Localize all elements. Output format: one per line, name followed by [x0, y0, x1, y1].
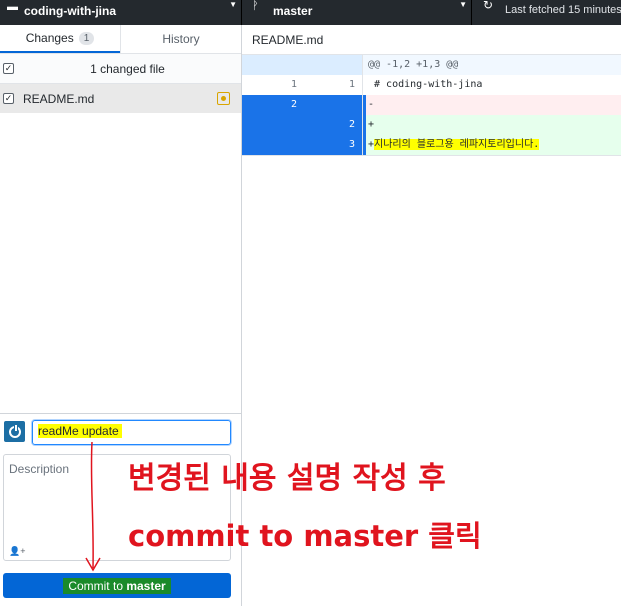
old-line-number: 1: [290, 79, 297, 90]
file-include-checkbox[interactable]: ✓: [3, 93, 14, 104]
tab-history-label: History: [162, 32, 200, 46]
repository-name: coding-with-jina: [24, 4, 116, 18]
diff-line-content: 지나리의 블로그용 레파지토리입니다.: [374, 139, 540, 150]
diff-file-header: README.md: [242, 25, 621, 55]
changed-files-summary: 1 changed file: [90, 61, 165, 76]
old-line-number: [242, 135, 304, 155]
diff-line-text: +: [363, 115, 621, 135]
commit-summary-value: readMe update: [38, 424, 122, 438]
diff-line-text: # coding-with-jina: [368, 79, 483, 90]
diff-line[interactable]: 1 1 # coding-with-jina: [242, 75, 621, 95]
old-line-number: [242, 115, 304, 135]
diff-hunk-header[interactable]: @@ -1,2 +1,3 @@: [242, 55, 621, 75]
new-line-number: 1: [304, 75, 363, 95]
diff-line-text: +지나리의 블로그용 레파지토리입니다.: [363, 135, 621, 155]
repository-icon: ▬: [7, 1, 18, 13]
commit-button-branch: master: [126, 578, 166, 593]
modified-icon: [217, 92, 230, 105]
changes-count-badge: 1: [78, 31, 95, 45]
tab-changes-label: Changes: [25, 31, 74, 45]
old-line-number: 2: [242, 95, 304, 115]
diff-line-added[interactable]: 3 +지나리의 블로그용 레파지토리입니다.: [242, 135, 621, 155]
current-branch-button[interactable]: ᚹ master ▼: [242, 0, 472, 25]
select-all-checkbox[interactable]: ✓: [3, 63, 14, 74]
sync-icon: ↻: [483, 0, 494, 12]
new-line-number: [304, 95, 363, 115]
chevron-down-icon: ▼: [229, 0, 237, 9]
fetch-origin-button[interactable]: ↻ Last fetched 15 minutes: [472, 0, 621, 25]
new-line-number: 3: [304, 135, 363, 155]
diff-line-text: -: [363, 95, 621, 115]
commit-button-prefix: Commit to: [68, 578, 127, 593]
avatar: [4, 421, 25, 442]
add-coauthor-icon[interactable]: 👤+: [9, 546, 25, 557]
changed-file-name: README.md: [23, 91, 95, 106]
commit-button-label: Commit to master: [63, 577, 171, 594]
changed-file-item[interactable]: ✓ README.md: [0, 84, 241, 113]
tab-history[interactable]: History: [120, 25, 241, 53]
tab-bar: Changes 1 History: [0, 25, 241, 54]
commit-panel: readMe update Description 👤+ Commit to m…: [0, 413, 241, 606]
changed-files-header: ✓ 1 changed file: [0, 54, 241, 84]
new-line-number: 2: [304, 115, 363, 135]
annotation-line-2: commit to master 클릭: [128, 519, 482, 553]
diff-view: @@ -1,2 +1,3 @@ 1 1 # coding-with-jina 2…: [242, 55, 621, 156]
commit-summary-input[interactable]: readMe update: [32, 420, 231, 445]
annotation-line-1: 변경된 내용 설명 작성 후: [128, 461, 446, 496]
toolbar: ▬ coding-with-jina ▼ ᚹ master ▼ ↻ Last f…: [0, 0, 621, 25]
diff-line-added[interactable]: 2 +: [242, 115, 621, 135]
fetch-status: Last fetched 15 minutes: [505, 4, 621, 16]
commit-button[interactable]: Commit to master: [3, 573, 231, 598]
branch-name: master: [273, 4, 313, 18]
diff-line-deleted[interactable]: 2 -: [242, 95, 621, 115]
hunk-header-text: @@ -1,2 +1,3 @@: [368, 59, 459, 70]
chevron-down-icon: ▼: [459, 0, 467, 9]
tab-changes[interactable]: Changes 1: [0, 25, 120, 53]
branch-icon: ᚹ: [252, 0, 259, 12]
diff-file-name: README.md: [252, 32, 324, 47]
description-placeholder: Description: [9, 462, 70, 476]
current-repository-button[interactable]: ▬ coding-with-jina ▼: [0, 0, 242, 25]
